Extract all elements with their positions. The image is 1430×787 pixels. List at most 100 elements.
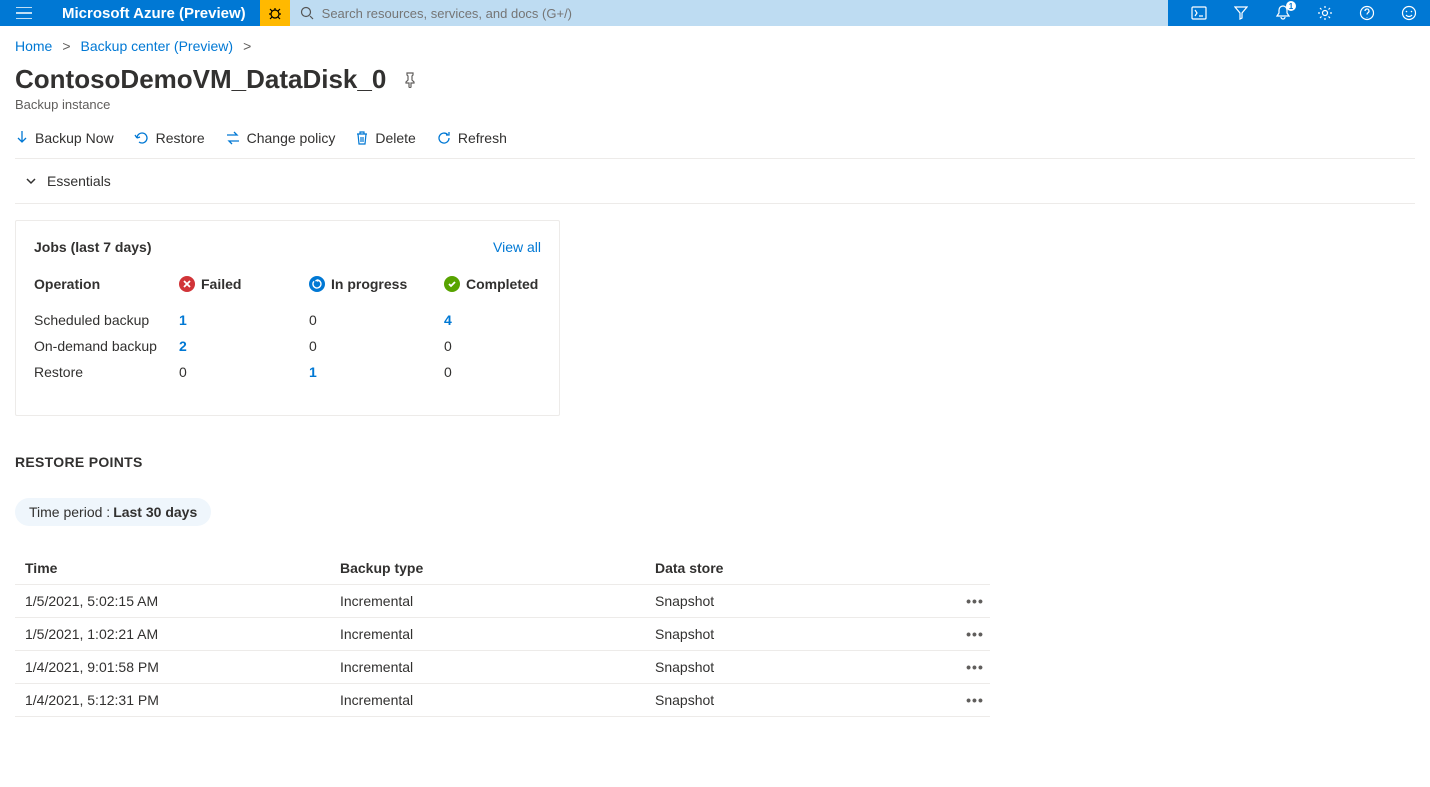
breadcrumb-sep: > — [62, 38, 70, 54]
restore-point-row: 1/4/2021, 5:12:31 PMIncrementalSnapshot•… — [15, 683, 990, 717]
brand-label: Microsoft Azure (Preview) — [48, 5, 260, 22]
delete-button[interactable]: Delete — [355, 130, 415, 146]
job-progress-count[interactable]: 1 — [309, 364, 444, 380]
page-title: ContosoDemoVM_DataDisk_0 — [15, 64, 386, 95]
directories-button[interactable] — [1220, 0, 1262, 26]
completed-icon — [444, 276, 460, 292]
refresh-icon — [436, 130, 452, 146]
cloud-shell-button[interactable] — [1178, 0, 1220, 26]
bug-icon — [267, 5, 283, 21]
rp-table-header: Time Backup type Data store — [15, 552, 990, 584]
swap-icon — [225, 131, 241, 145]
search-bar[interactable] — [290, 0, 1168, 26]
rp-store: Snapshot — [655, 659, 950, 675]
feedback-button[interactable] — [1388, 0, 1430, 26]
gear-icon — [1317, 5, 1333, 21]
hamburger-icon — [16, 7, 32, 19]
job-operation: Scheduled backup — [34, 312, 179, 328]
pin-button[interactable] — [402, 72, 418, 88]
col-time: Time — [25, 560, 340, 576]
search-input[interactable] — [322, 6, 1158, 21]
hamburger-menu[interactable] — [0, 0, 48, 26]
rp-store: Snapshot — [655, 626, 950, 642]
rp-type: Incremental — [340, 593, 655, 609]
rp-more-button[interactable]: ••• — [950, 626, 1000, 642]
time-period-label: Time period : — [29, 504, 110, 520]
rp-time: 1/5/2021, 5:02:15 AM — [25, 593, 340, 609]
rp-more-button[interactable]: ••• — [950, 659, 1000, 675]
job-failed-count[interactable]: 1 — [179, 312, 309, 328]
page-header: ContosoDemoVM_DataDisk_0 — [15, 64, 1415, 95]
breadcrumb-home[interactable]: Home — [15, 38, 52, 54]
essentials-toggle[interactable]: Essentials — [15, 159, 1415, 204]
breadcrumb-sep: > — [243, 38, 251, 54]
col-failed: Failed — [179, 276, 309, 292]
page-subtitle: Backup instance — [15, 97, 1415, 112]
job-completed-count[interactable]: 4 — [444, 312, 544, 328]
rp-more-button[interactable]: ••• — [950, 593, 1000, 609]
time-period-chip[interactable]: Time period : Last 30 days — [15, 498, 211, 526]
toolbar-label: Refresh — [458, 130, 507, 146]
toolbar-label: Restore — [156, 130, 205, 146]
cloud-shell-icon — [1191, 6, 1207, 20]
help-button[interactable] — [1346, 0, 1388, 26]
restore-point-row: 1/5/2021, 1:02:21 AMIncrementalSnapshot•… — [15, 617, 990, 650]
col-data-store: Data store — [655, 560, 950, 576]
job-completed-count: 0 — [444, 338, 544, 354]
jobs-table-header: Operation Failed In progress — [34, 271, 541, 297]
job-progress-count: 0 — [309, 338, 444, 354]
chevron-down-icon — [25, 175, 37, 187]
restore-points-table: Time Backup type Data store 1/5/2021, 5:… — [15, 552, 990, 717]
search-icon — [300, 6, 314, 20]
jobs-row: Scheduled backup104 — [34, 307, 541, 333]
preview-badge[interactable] — [260, 0, 290, 26]
breadcrumb: Home > Backup center (Preview) > — [15, 38, 1415, 54]
change-policy-button[interactable]: Change policy — [225, 130, 336, 146]
filter-icon — [1234, 5, 1248, 21]
job-progress-count: 0 — [309, 312, 444, 328]
backup-now-button[interactable]: Backup Now — [15, 130, 114, 146]
restore-points-title: RESTORE POINTS — [15, 454, 1415, 470]
refresh-button[interactable]: Refresh — [436, 130, 507, 146]
job-operation: On-demand backup — [34, 338, 179, 354]
essentials-label: Essentials — [47, 173, 111, 189]
topbar-actions: 1 — [1178, 0, 1430, 26]
jobs-row: Restore010 — [34, 359, 541, 385]
rp-type: Incremental — [340, 626, 655, 642]
rp-time: 1/4/2021, 5:12:31 PM — [25, 692, 340, 708]
settings-button[interactable] — [1304, 0, 1346, 26]
topbar: Microsoft Azure (Preview) 1 — [0, 0, 1430, 26]
toolbar-label: Delete — [375, 130, 415, 146]
pin-icon — [402, 72, 418, 88]
rp-type: Incremental — [340, 692, 655, 708]
notifications-button[interactable]: 1 — [1262, 0, 1304, 26]
jobs-card: Jobs (last 7 days) View all Operation Fa… — [15, 220, 560, 416]
progress-icon — [309, 276, 325, 292]
download-icon — [15, 130, 29, 146]
view-all-link[interactable]: View all — [493, 239, 541, 255]
smiley-icon — [1401, 5, 1417, 21]
time-period-value: Last 30 days — [113, 504, 197, 520]
job-completed-count: 0 — [444, 364, 544, 380]
jobs-title: Jobs (last 7 days) — [34, 239, 152, 255]
rp-time: 1/5/2021, 1:02:21 AM — [25, 626, 340, 642]
col-operation: Operation — [34, 276, 179, 292]
breadcrumb-backup-center[interactable]: Backup center (Preview) — [81, 38, 234, 54]
undo-icon — [134, 130, 150, 146]
restore-point-row: 1/4/2021, 9:01:58 PMIncrementalSnapshot•… — [15, 650, 990, 683]
restore-button[interactable]: Restore — [134, 130, 205, 146]
trash-icon — [355, 130, 369, 146]
toolbar-label: Backup Now — [35, 130, 114, 146]
rp-more-button[interactable]: ••• — [950, 692, 1000, 708]
content: Home > Backup center (Preview) > Contoso… — [0, 26, 1430, 717]
col-completed: Completed — [444, 276, 544, 292]
col-backup-type: Backup type — [340, 560, 655, 576]
job-operation: Restore — [34, 364, 179, 380]
job-failed-count[interactable]: 2 — [179, 338, 309, 354]
rp-store: Snapshot — [655, 692, 950, 708]
restore-point-row: 1/5/2021, 5:02:15 AMIncrementalSnapshot•… — [15, 584, 990, 617]
failed-icon — [179, 276, 195, 292]
notification-badge: 1 — [1286, 1, 1296, 11]
rp-store: Snapshot — [655, 593, 950, 609]
rp-type: Incremental — [340, 659, 655, 675]
